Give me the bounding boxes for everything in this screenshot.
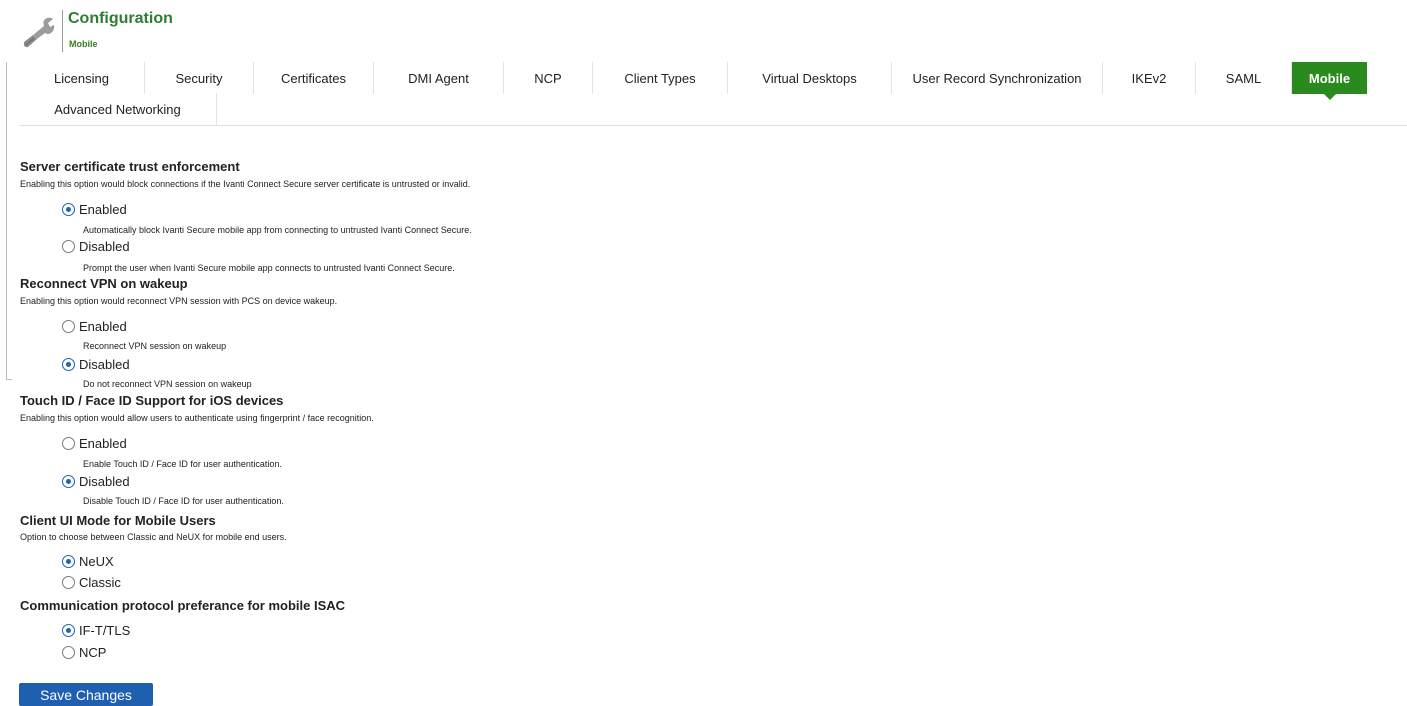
section-title-touch-id: Touch ID / Face ID Support for iOS devic…	[20, 393, 284, 408]
radio-label: NeUX	[79, 553, 114, 569]
header-divider	[62, 10, 63, 52]
radio-label: Enabled	[79, 435, 127, 451]
radio-label: Disabled	[79, 473, 130, 489]
radio-unselected-icon[interactable]	[62, 645, 75, 659]
radio-unselected-icon[interactable]	[62, 436, 75, 450]
radio-label: Enabled	[79, 201, 127, 217]
option-description: Reconnect VPN session on wakeup	[83, 341, 227, 351]
radio-label: NCP	[79, 644, 107, 660]
radio-unselected-icon[interactable]	[62, 319, 75, 333]
radio-selected-icon[interactable]	[62, 202, 75, 216]
radio-unselected-icon[interactable]	[62, 575, 75, 589]
radio-touch-id-enabled[interactable]: Enabled	[62, 435, 127, 451]
section-description-reconnect-vpn: Enabling this option would reconnect VPN…	[20, 296, 338, 306]
radio-label: Enabled	[79, 318, 127, 334]
section-title-communication-protocol: Communication protocol preferance for mo…	[20, 598, 346, 613]
radio-server-cert-disabled[interactable]: Disabled	[62, 238, 130, 254]
wrench-icon	[23, 17, 55, 48]
tab-virtual-desktops[interactable]: Virtual Desktops	[728, 62, 892, 94]
section-description-server-cert-trust: Enabling this option would block connect…	[20, 179, 471, 189]
radio-touch-id-disabled[interactable]: Disabled	[62, 473, 130, 489]
option-description: Prompt the user when Ivanti Secure mobil…	[83, 263, 455, 273]
tab-ncp[interactable]: NCP	[504, 62, 593, 94]
page-subtitle: Mobile	[69, 39, 98, 49]
option-description: Do not reconnect VPN session on wakeup	[83, 379, 252, 389]
section-title-server-cert-trust: Server certificate trust enforcement	[20, 159, 240, 174]
left-divider	[6, 62, 7, 380]
section-description-client-ui-mode: Option to choose between Classic and NeU…	[20, 532, 287, 542]
tab-bar-second-row: Advanced Networking	[19, 93, 217, 125]
tab-saml[interactable]: SAML	[1196, 62, 1292, 94]
radio-label: Classic	[79, 574, 121, 590]
section-description-touch-id: Enabling this option would allow users t…	[20, 413, 374, 423]
tab-dmi-agent[interactable]: DMI Agent	[374, 62, 504, 94]
radio-unselected-icon[interactable]	[62, 239, 75, 253]
radio-selected-icon[interactable]	[62, 623, 75, 637]
radio-label: Disabled	[79, 238, 130, 254]
radio-selected-icon[interactable]	[62, 554, 75, 568]
tabs-divider	[19, 125, 1407, 126]
radio-reconnect-enabled[interactable]: Enabled	[62, 318, 127, 334]
tab-bar: Licensing Security Certificates DMI Agen…	[19, 62, 1367, 100]
option-description: Enable Touch ID / Face ID for user authe…	[83, 459, 282, 469]
radio-ui-mode-classic[interactable]: Classic	[62, 574, 121, 590]
radio-server-cert-enabled[interactable]: Enabled	[62, 201, 127, 217]
tab-security[interactable]: Security	[145, 62, 254, 94]
section-title-reconnect-vpn: Reconnect VPN on wakeup	[20, 276, 188, 291]
tab-advanced-networking[interactable]: Advanced Networking	[19, 93, 217, 125]
radio-reconnect-disabled[interactable]: Disabled	[62, 356, 130, 372]
radio-selected-icon[interactable]	[62, 474, 75, 488]
section-title-client-ui-mode: Client UI Mode for Mobile Users	[20, 513, 216, 528]
radio-protocol-ift-tls[interactable]: IF-T/TLS	[62, 622, 130, 638]
tab-ikev2[interactable]: IKEv2	[1103, 62, 1196, 94]
radio-label: IF-T/TLS	[79, 622, 131, 638]
option-description: Automatically block Ivanti Secure mobile…	[83, 225, 472, 235]
radio-protocol-ncp[interactable]: NCP	[62, 644, 106, 660]
tab-user-record-synchronization[interactable]: User Record Synchronization	[892, 62, 1103, 94]
tab-certificates[interactable]: Certificates	[254, 62, 374, 94]
tab-mobile[interactable]: Mobile	[1292, 62, 1367, 100]
left-divider-tick	[6, 379, 12, 380]
tab-licensing[interactable]: Licensing	[19, 62, 145, 94]
radio-label: Disabled	[79, 356, 130, 372]
tab-client-types[interactable]: Client Types	[593, 62, 728, 94]
radio-selected-icon[interactable]	[62, 357, 75, 371]
radio-ui-mode-neux[interactable]: NeUX	[62, 553, 114, 569]
save-changes-button[interactable]: Save Changes	[19, 683, 153, 706]
page-title: Configuration	[68, 10, 173, 27]
option-description: Disable Touch ID / Face ID for user auth…	[83, 496, 284, 506]
